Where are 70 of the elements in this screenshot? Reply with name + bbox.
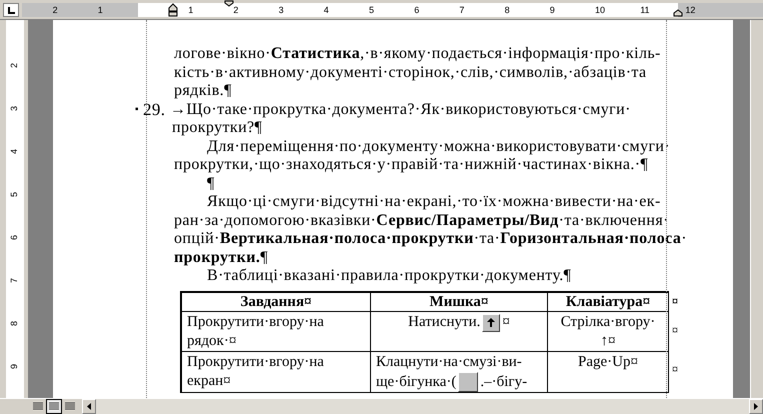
text-line: В·таблиці·вказані·правила·прокрутки·документу.¶ <box>207 267 572 286</box>
view-lines-icon <box>65 402 75 411</box>
ruler-number: 1 <box>188 4 194 17</box>
text-line: Натиснути. <box>408 313 480 332</box>
text-line: екран¤ <box>187 372 231 391</box>
right-arrow-icon <box>754 403 758 410</box>
text-line: ран·за·допомогою·вказівки·Сервис/Параметры/Вид·та·включення· <box>174 212 669 230</box>
view-lines-icon <box>49 402 59 411</box>
up-arrow-button-icon <box>482 314 500 332</box>
first-line-indent-icon[interactable] <box>224 0 234 7</box>
scroll-thumb-icon <box>458 372 478 392</box>
text-line: Для·переміщення·по·документу·можна·використовувати·смуги· <box>207 138 670 156</box>
ruler-number: 5 <box>8 192 20 197</box>
text-line: Якщо·ці·смуги·відсутні·на·екрані,·то·їх·можна·вивести·на·ек- <box>207 193 661 212</box>
ruler-number: 3 <box>8 106 20 111</box>
text-line: рядок·¤ <box>187 332 236 351</box>
ruler-number: 1 <box>98 4 103 17</box>
ruler-number: 7 <box>8 278 20 283</box>
row-end-mark: ¤ <box>672 292 678 310</box>
horizontal-ruler[interactable]: 2 1 1 2 3 4 5 6 7 8 9 10 11 12 <box>0 0 763 20</box>
ruler-number: 6 <box>8 235 20 240</box>
text-line: →Що·таке·прокрутка·документа?·Як·використовуються·смуги· <box>170 100 631 119</box>
ruler-number: 8 <box>504 4 510 17</box>
text-line: ¶ <box>207 174 215 193</box>
ruler-number: 4 <box>8 149 20 154</box>
ruler-number: 2 <box>8 63 20 68</box>
text-line: рядків.¶ <box>174 82 232 100</box>
column-header: Завдання¤ <box>240 294 312 310</box>
ruler-number: 3 <box>278 4 284 17</box>
right-indent-icon[interactable] <box>673 9 683 17</box>
text-line: Прокрутити·вгору·на <box>187 313 325 332</box>
ruler-number: 11 <box>640 4 650 17</box>
text-line: прокрутки?¶ <box>172 119 262 138</box>
text-line: опцій·Вертикальная·полоса·прокрутки·та·Горизонтальная·полоса· <box>174 230 687 248</box>
text-line: .–·бігу- <box>480 372 528 392</box>
text-line: Прокрутити·вгору·на <box>187 353 325 372</box>
ruler-number: 10 <box>595 4 606 17</box>
view-lines-icon <box>33 402 43 411</box>
text-line: Клацнути·на·смузі·ви- <box>376 353 522 372</box>
ruler-number: 7 <box>459 4 464 17</box>
scroll-left-button[interactable] <box>82 399 96 414</box>
text-line: ↑¤ <box>600 332 616 351</box>
text-line: ¤ <box>502 313 510 332</box>
left-arrow-icon <box>87 403 91 410</box>
ruler-number: 8 <box>8 321 20 326</box>
text-line: кість·в·активному·документі·сторінок,·слів,·символів,·абзаців·та <box>174 64 647 82</box>
column-header: Клавіатура¤ <box>566 294 650 310</box>
scroll-right-button[interactable] <box>749 399 763 414</box>
text-line: Page·Up¤ <box>578 353 638 372</box>
text-line: прокрутки.¶ <box>174 248 268 267</box>
ruler-number: 4 <box>324 4 329 17</box>
text-line: ще·бігунка·( <box>376 372 456 392</box>
ruler-number: 2 <box>52 4 58 17</box>
horizontal-scrollbar[interactable] <box>96 399 749 414</box>
text-line: прокрутки,·що·знаходяться·у·правій·та·нижній·частинах·вікна.·¶ <box>174 156 648 174</box>
ruler-number: 2 <box>233 4 238 17</box>
ruler-number: 9 <box>550 4 555 17</box>
bullet: ▪ <box>135 102 140 116</box>
column-header: Мишка¤ <box>430 294 488 310</box>
view-mode-button[interactable] <box>46 399 62 414</box>
ruler-number: 9 <box>8 364 20 369</box>
tab-selector-icon[interactable] <box>3 3 19 17</box>
ruler-number: 12 <box>685 4 696 17</box>
text-line: Стрілка·вгору· <box>560 313 656 332</box>
text-line: логове·вікно·Статистика,·в·якому·подається·інформація·про·кіль- <box>174 45 661 64</box>
row-end-mark: ¤ <box>672 360 678 378</box>
ruler-number: 5 <box>369 4 374 17</box>
ruler-number: 6 <box>414 4 420 17</box>
row-end-mark: ¤ <box>672 322 678 338</box>
list-number: 29. <box>143 100 166 119</box>
